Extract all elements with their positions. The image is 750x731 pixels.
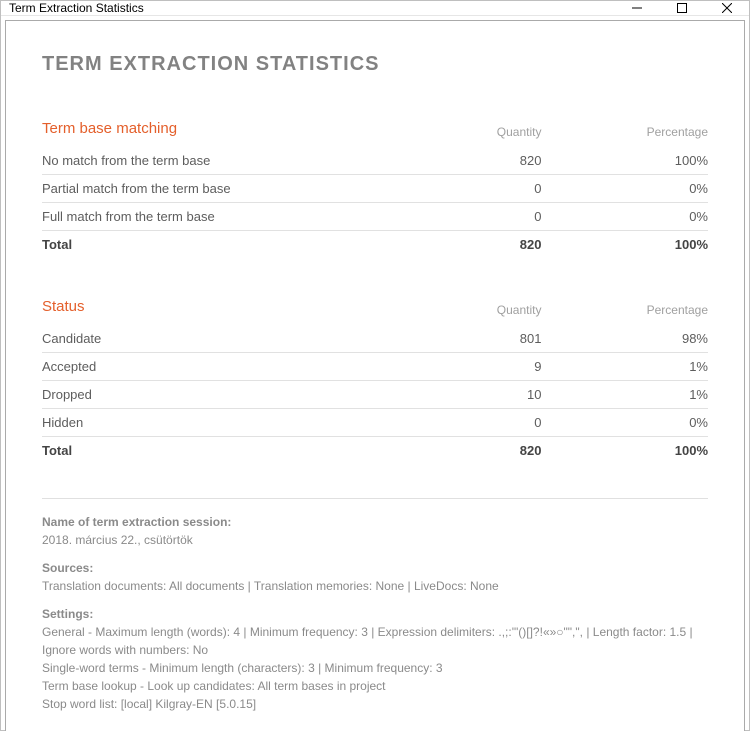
settings-head: Settings: bbox=[42, 605, 708, 623]
row-qty: 0 bbox=[408, 409, 541, 437]
table-total-row: Total 820 100% bbox=[42, 231, 708, 259]
row-qty: 0 bbox=[408, 203, 541, 231]
divider bbox=[42, 498, 708, 499]
row-label: Accepted bbox=[42, 353, 408, 381]
session-value: 2018. március 22., csütörtök bbox=[42, 531, 708, 549]
table-row: Hidden 0 0% bbox=[42, 409, 708, 437]
table-row: Dropped 10 1% bbox=[42, 381, 708, 409]
status-table: Status Quantity Percentage Candidate 801… bbox=[42, 292, 708, 464]
row-pct: 1% bbox=[541, 353, 708, 381]
table-row: Candidate 801 98% bbox=[42, 325, 708, 353]
sources-value: Translation documents: All documents | T… bbox=[42, 577, 708, 595]
total-qty: 820 bbox=[408, 437, 541, 465]
client-area: TERM EXTRACTION STATISTICS Term base mat… bbox=[1, 16, 749, 731]
term-base-block: Term base matching Quantity Percentage N… bbox=[42, 114, 708, 258]
col-percentage-header: Percentage bbox=[541, 114, 708, 147]
term-base-title: Term base matching bbox=[42, 120, 408, 137]
page-title: TERM EXTRACTION STATISTICS bbox=[42, 53, 708, 76]
status-block: Status Quantity Percentage Candidate 801… bbox=[42, 292, 708, 464]
sources-head: Sources: bbox=[42, 559, 708, 577]
row-pct: 1% bbox=[541, 381, 708, 409]
table-row: Accepted 9 1% bbox=[42, 353, 708, 381]
settings-general: General - Maximum length (words): 4 | Mi… bbox=[42, 623, 708, 659]
table-total-row: Total 820 100% bbox=[42, 437, 708, 465]
close-window-button[interactable] bbox=[704, 1, 749, 15]
table-row: Full match from the term base 0 0% bbox=[42, 203, 708, 231]
minimize-button[interactable] bbox=[614, 1, 659, 15]
row-pct: 98% bbox=[541, 325, 708, 353]
total-pct: 100% bbox=[541, 437, 708, 465]
col-quantity-header: Quantity bbox=[408, 292, 541, 325]
close-icon bbox=[722, 3, 732, 13]
title-bar[interactable]: Term Extraction Statistics bbox=[1, 1, 749, 16]
term-base-table: Term base matching Quantity Percentage N… bbox=[42, 114, 708, 258]
meta-section: Name of term extraction session: 2018. m… bbox=[42, 513, 708, 713]
row-pct: 0% bbox=[541, 175, 708, 203]
window-frame: Term Extraction Statistics TERM EXTRACTI… bbox=[0, 0, 750, 731]
maximize-button[interactable] bbox=[659, 1, 704, 15]
row-label: Full match from the term base bbox=[42, 203, 408, 231]
row-qty: 820 bbox=[408, 147, 541, 175]
status-title: Status bbox=[42, 298, 408, 315]
window-controls bbox=[614, 1, 749, 15]
settings-lookup: Term base lookup - Look up candidates: A… bbox=[42, 677, 708, 695]
col-percentage-header: Percentage bbox=[541, 292, 708, 325]
row-pct: 100% bbox=[541, 147, 708, 175]
row-label: No match from the term base bbox=[42, 147, 408, 175]
row-qty: 10 bbox=[408, 381, 541, 409]
row-label: Hidden bbox=[42, 409, 408, 437]
report-panel: TERM EXTRACTION STATISTICS Term base mat… bbox=[5, 20, 745, 731]
window-title: Term Extraction Statistics bbox=[9, 1, 144, 15]
session-head: Name of term extraction session: bbox=[42, 513, 708, 531]
settings-single: Single-word terms - Minimum length (char… bbox=[42, 659, 708, 677]
total-label: Total bbox=[42, 437, 408, 465]
report-content: TERM EXTRACTION STATISTICS Term base mat… bbox=[6, 21, 744, 731]
row-pct: 0% bbox=[541, 409, 708, 437]
total-qty: 820 bbox=[408, 231, 541, 259]
total-pct: 100% bbox=[541, 231, 708, 259]
row-pct: 0% bbox=[541, 203, 708, 231]
col-quantity-header: Quantity bbox=[408, 114, 541, 147]
maximize-icon bbox=[677, 3, 687, 13]
settings-stop: Stop word list: [local] Kilgray-EN [5.0.… bbox=[42, 695, 708, 713]
row-label: Partial match from the term base bbox=[42, 175, 408, 203]
row-qty: 9 bbox=[408, 353, 541, 381]
row-label: Dropped bbox=[42, 381, 408, 409]
table-row: Partial match from the term base 0 0% bbox=[42, 175, 708, 203]
row-label: Candidate bbox=[42, 325, 408, 353]
total-label: Total bbox=[42, 231, 408, 259]
row-qty: 0 bbox=[408, 175, 541, 203]
minimize-icon bbox=[632, 3, 642, 13]
row-qty: 801 bbox=[408, 325, 541, 353]
table-row: No match from the term base 820 100% bbox=[42, 147, 708, 175]
